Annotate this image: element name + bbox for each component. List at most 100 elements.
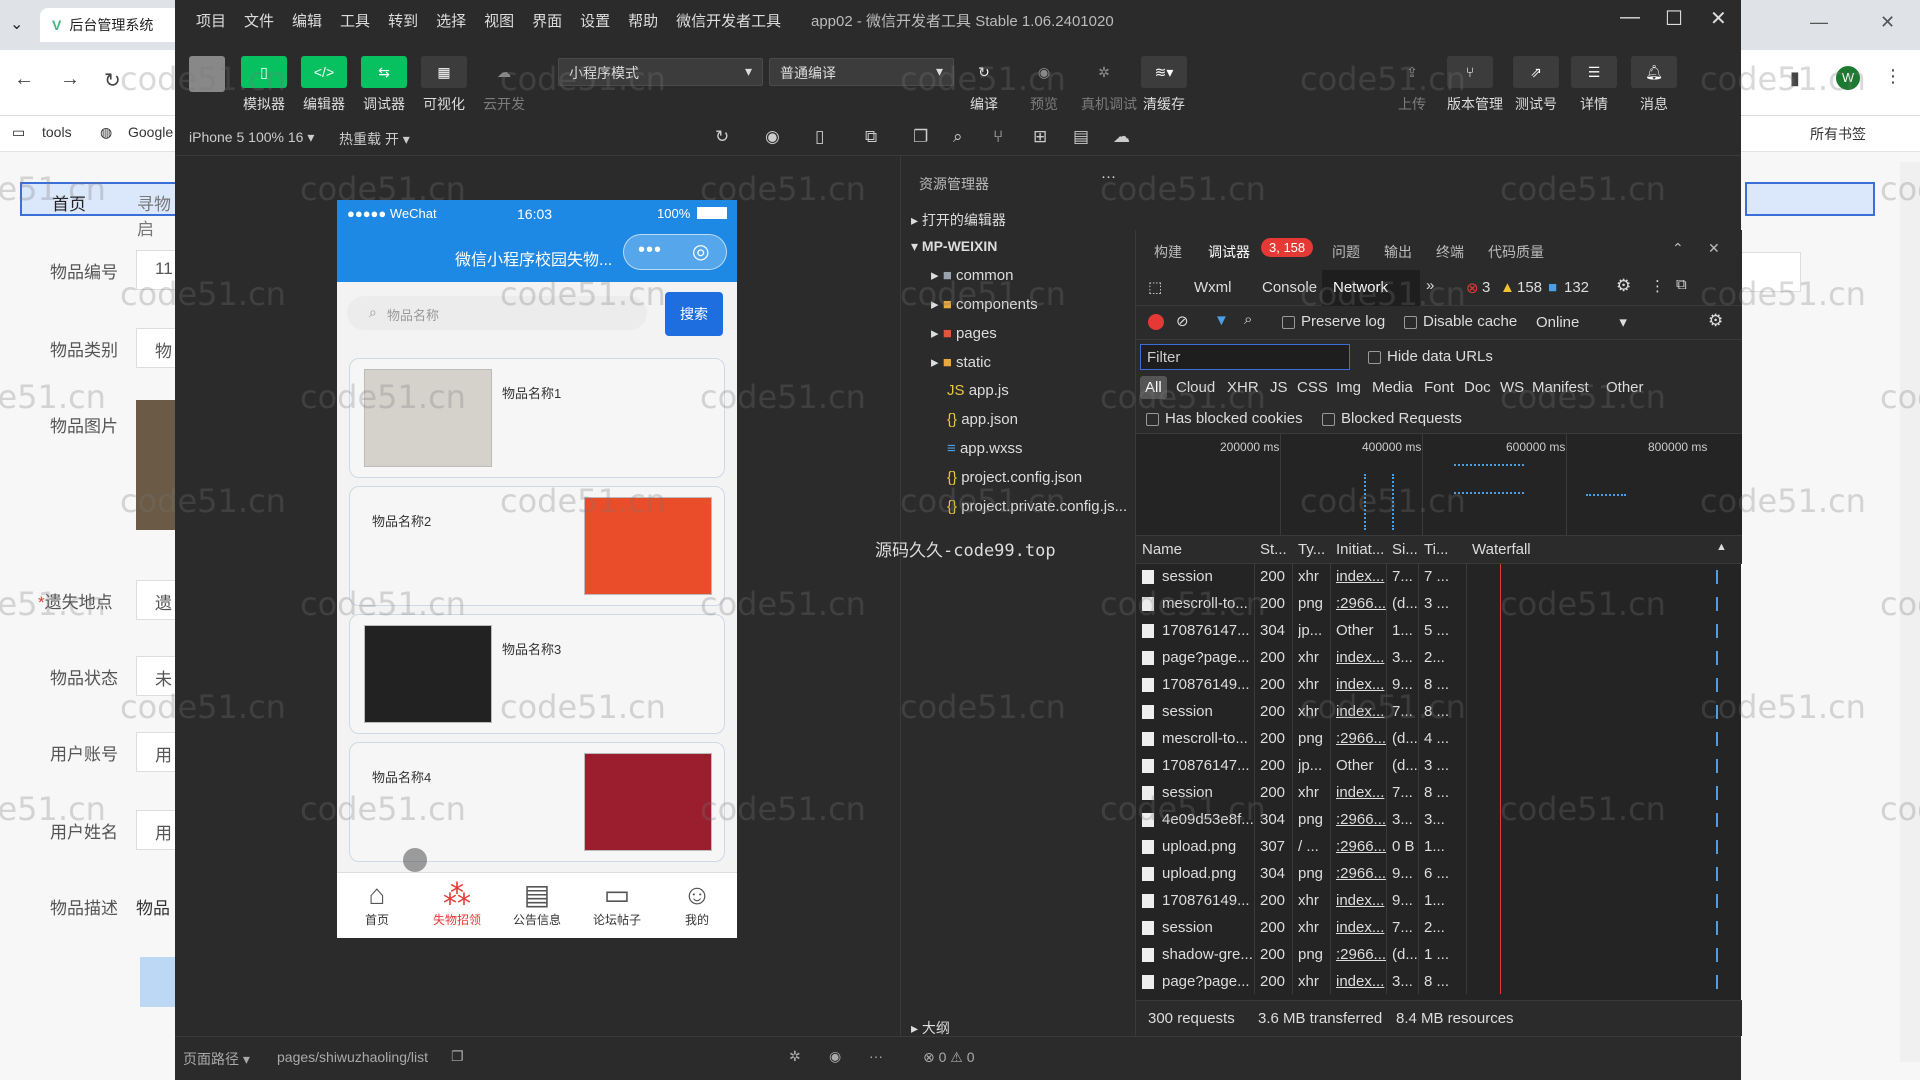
table-row[interactable]: upload.png 304 png:2966... 9... 6 ...	[1136, 861, 1742, 888]
table-row[interactable]: page?page... 200 xhr index... 3... 8 ...	[1136, 969, 1742, 996]
nav-lost[interactable]: 寻物启	[137, 190, 178, 240]
cell-initiator[interactable]: :2966...	[1336, 838, 1386, 855]
type-img[interactable]: Img	[1336, 379, 1361, 396]
tab-output[interactable]: 输出	[1384, 242, 1412, 262]
files-icon[interactable]: ❐	[913, 127, 928, 147]
close-panel-icon[interactable]: ✕	[1708, 240, 1720, 257]
type-js[interactable]: JS	[1270, 379, 1288, 396]
hot-reload-select[interactable]: 热重载 开 ▾	[339, 129, 410, 149]
type-ws[interactable]: WS	[1500, 379, 1524, 396]
version-button[interactable]: ⑂ 版本管理	[1447, 56, 1503, 116]
col-name[interactable]: Name	[1142, 541, 1182, 558]
message-button[interactable]: 🔔︎ 消息	[1631, 56, 1677, 116]
network-settings-icon[interactable]: ⚙	[1708, 311, 1723, 331]
window-minimize-icon[interactable]: —	[1620, 6, 1640, 29]
type-css[interactable]: CSS	[1297, 379, 1328, 396]
menu-settings[interactable]: 设置	[571, 10, 619, 31]
git-icon[interactable]: ⑂	[993, 127, 1003, 147]
tab-home[interactable]: ⌂ 首页	[347, 879, 407, 928]
avatar[interactable]: W	[1836, 66, 1860, 90]
item-status-field[interactable]: 未	[136, 656, 176, 696]
file-project-config[interactable]: {} project.config.json	[947, 469, 1082, 486]
cell-initiator[interactable]: :2966...	[1336, 595, 1386, 612]
col-initiator[interactable]: Initiat...	[1336, 541, 1384, 558]
menu-view[interactable]: 视图	[475, 10, 523, 31]
hide-data-urls-checkbox[interactable]: Hide data URLs	[1368, 348, 1493, 365]
search-icon[interactable]: ⌕	[1244, 311, 1252, 328]
table-row[interactable]: 170876147... 200 jp... Other (d... 3 ...	[1136, 753, 1742, 780]
user-name-field[interactable]: 用	[136, 810, 176, 850]
sidepanel-icon[interactable]: ▮	[1790, 68, 1800, 89]
minimize-icon[interactable]: —	[1810, 12, 1828, 33]
table-row[interactable]: upload.png 307 / ...:2966... 0 B 1...	[1136, 834, 1742, 861]
editor-button[interactable]: </> 编辑器	[301, 56, 347, 116]
tab-debugger[interactable]: 调试器	[1208, 242, 1250, 262]
folder-components[interactable]: ▸ ■ components	[931, 295, 1038, 313]
file-app-json[interactable]: {} app.json	[947, 411, 1018, 428]
real-debug-button[interactable]: ✲ 真机调试	[1081, 56, 1137, 116]
nav-home[interactable]: 首页	[52, 190, 86, 215]
col-size[interactable]: Si...	[1392, 541, 1418, 558]
forward-icon[interactable]: →	[60, 68, 80, 91]
folder-static[interactable]: ▸ ■ static	[931, 353, 991, 371]
tab-terminal[interactable]: 终端	[1436, 242, 1464, 262]
more-icon[interactable]: ···	[1101, 168, 1116, 185]
type-media[interactable]: Media	[1372, 379, 1413, 396]
table-row[interactable]: 4e09d53e8f... 304 png:2966... 3... 3...	[1136, 807, 1742, 834]
cell-initiator[interactable]: index...	[1336, 649, 1386, 666]
file-app-wxss[interactable]: ≡ app.wxss	[947, 440, 1022, 457]
lost-place-field[interactable]: 遗	[136, 580, 176, 620]
cell-initiator[interactable]: index...	[1336, 784, 1386, 801]
has-blocked-cookies-checkbox[interactable]: Has blocked cookies	[1146, 410, 1303, 427]
clear-icon[interactable]: ⊘	[1176, 312, 1189, 330]
type-font[interactable]: Font	[1424, 379, 1454, 396]
capsule-menu[interactable]: ••• ◎	[623, 234, 727, 270]
filter-icon[interactable]: ▼	[1214, 312, 1229, 329]
compile-select[interactable]: 普通编译 ▾	[769, 58, 954, 86]
debugger-button[interactable]: ⇆ 调试器	[361, 56, 407, 116]
settings-icon[interactable]: ⚙	[1616, 276, 1631, 296]
type-xhr[interactable]: XHR	[1227, 379, 1259, 396]
user-avatar[interactable]	[189, 56, 225, 92]
list-item[interactable]: 物品名称4	[349, 742, 725, 862]
blocked-requests-checkbox[interactable]: Blocked Requests	[1322, 410, 1462, 427]
close-icon[interactable]: ✕	[1880, 12, 1895, 33]
tab-code-quality[interactable]: 代码质量	[1488, 242, 1544, 262]
page-scrollbar[interactable]	[1900, 162, 1920, 1062]
record-icon[interactable]	[1148, 314, 1164, 330]
error-count[interactable]: 3	[1482, 279, 1490, 296]
route-select[interactable]: 页面路径 ▾	[183, 1049, 250, 1069]
file-project-private-config[interactable]: {} project.private.config.js...	[947, 498, 1127, 515]
col-type[interactable]: Ty...	[1298, 541, 1325, 558]
tab-console[interactable]: Console	[1262, 279, 1317, 296]
phone-icon[interactable]: ▯	[815, 127, 824, 147]
cell-initiator[interactable]: Other	[1336, 622, 1386, 639]
test-account-button[interactable]: ⇗ 测试号	[1513, 56, 1559, 116]
tab-network[interactable]: Network	[1333, 279, 1388, 296]
list-item[interactable]: 物品名称1	[349, 358, 725, 478]
device-select[interactable]: iPhone 5 100% 16 ▾	[189, 129, 314, 146]
menu-ui[interactable]: 界面	[523, 10, 571, 31]
cell-initiator[interactable]: index...	[1336, 973, 1386, 990]
table-row[interactable]: session 200 xhr index... 7... 8 ...	[1136, 780, 1742, 807]
tab-lost-found[interactable]: ⁂ 失物招领	[427, 879, 487, 928]
tab-problems[interactable]: 问题	[1332, 242, 1360, 262]
warning-count[interactable]: 158	[1517, 279, 1542, 296]
extensions-icon[interactable]: ⊞	[1033, 127, 1047, 147]
cloud-icon[interactable]: ☁	[1113, 127, 1130, 147]
bug-icon[interactable]: ✲	[789, 1048, 801, 1065]
clear-cache-button[interactable]: ≋▾ 清缓存	[1141, 56, 1187, 116]
visual-button[interactable]: ▦ 可视化	[421, 56, 467, 116]
window-icon[interactable]: ⧉	[865, 127, 877, 147]
copy-icon[interactable]: ❐	[451, 1048, 464, 1065]
table-row[interactable]: 170876147... 304 jp... Other 1... 5 ...	[1136, 618, 1742, 645]
type-other[interactable]: Other	[1606, 379, 1644, 396]
eye-icon[interactable]: ◉	[829, 1048, 841, 1065]
item-category-field[interactable]: 物	[136, 328, 176, 368]
menu-tools[interactable]: 工具	[331, 10, 379, 31]
menu-select[interactable]: 选择	[427, 10, 475, 31]
cell-initiator[interactable]: index...	[1336, 919, 1386, 936]
browser-tab[interactable]: V 后台管理系统	[40, 8, 190, 42]
close-circle-icon[interactable]: ◎	[692, 239, 709, 264]
cell-initiator[interactable]: index...	[1336, 676, 1386, 693]
